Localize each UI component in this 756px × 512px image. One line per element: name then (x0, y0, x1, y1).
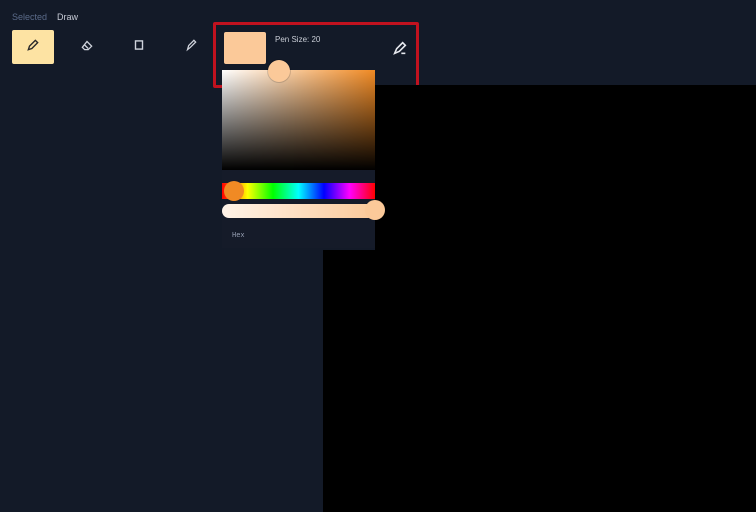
tab-draw[interactable]: Draw (57, 12, 78, 22)
shape-tool-button[interactable] (118, 30, 160, 64)
mode-tabs: Selected Draw (12, 12, 78, 22)
opacity-thumb[interactable] (365, 200, 385, 220)
saturation-value-area[interactable] (222, 70, 375, 170)
color-picker: Hex (222, 70, 375, 248)
pen-tool-button[interactable] (12, 30, 54, 64)
hex-label: Hex (232, 232, 245, 240)
tab-selected[interactable]: Selected (12, 12, 47, 22)
drawing-canvas[interactable] (323, 85, 756, 512)
opacity-slider[interactable] (222, 204, 375, 218)
draw-app: Selected Draw Pen Size: 20 Hex (0, 0, 756, 512)
eraser-tool-button[interactable] (66, 30, 108, 64)
hue-thumb[interactable] (224, 181, 244, 201)
pencil-icon (26, 38, 40, 57)
square-icon (132, 38, 146, 57)
marker-tool-button[interactable] (170, 30, 212, 64)
brush-icon (184, 38, 198, 57)
saturation-thumb[interactable] (268, 60, 290, 82)
hue-slider[interactable] (222, 183, 375, 199)
eraser-icon (80, 38, 94, 57)
